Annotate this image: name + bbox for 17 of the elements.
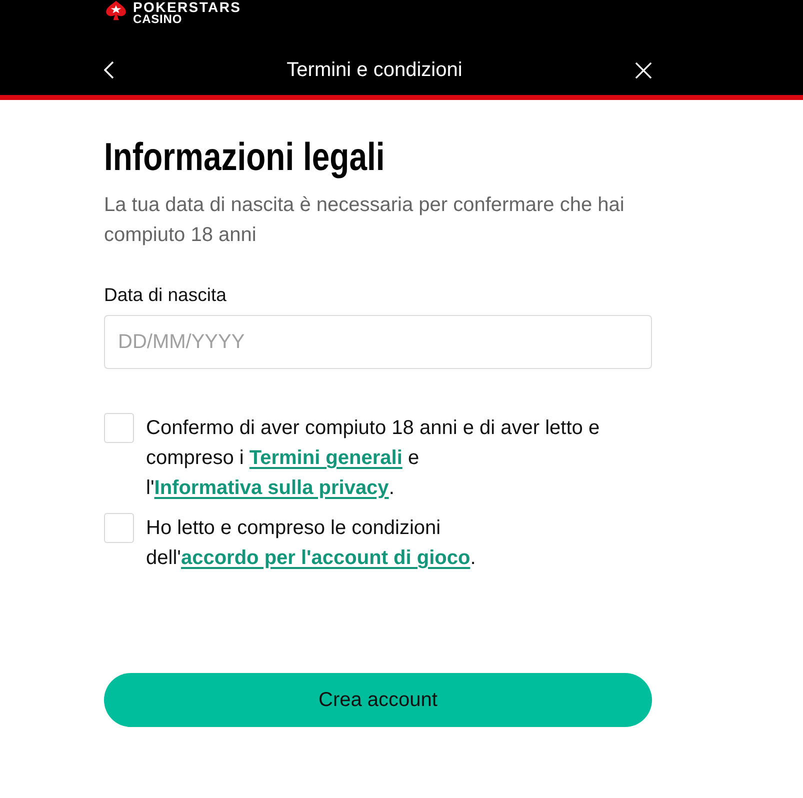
close-icon[interactable] [634,62,652,78]
intro-text: La tua data di nascita è necessaria per confermare che hai compiuto 18 anni [104,193,626,248]
logo-subtitle: CASINO [133,14,182,25]
checkbox[interactable] [104,413,134,443]
text-link[interactable]: Informativa sulla privacy [154,477,389,499]
text-link[interactable]: accordo per l'account di gioco [180,547,470,569]
consent-text: Confermo di aver compiuto 18 anni e di aver letto e compreso i Termini generali e l'Informativa sulla privacy. [146,416,601,501]
create-account-button[interactable]: Crea account [104,673,652,727]
checkbox[interactable] [104,513,134,543]
page-title: Termini e condizioni [286,58,462,82]
birthdate-label: Data di nascita [104,283,226,307]
consent-text: Ho letto e compreso le condizioni dell'accordo per l'account di gioco. [146,516,477,571]
back-chevron-icon[interactable] [104,61,114,79]
text-link[interactable]: Termini generali [249,447,402,469]
form-heading: Informazioni legali [104,136,385,180]
logo-wordmark: POKERSTARS [133,1,242,14]
birthdate-input[interactable]: DD/MM/YYYY [104,315,652,369]
